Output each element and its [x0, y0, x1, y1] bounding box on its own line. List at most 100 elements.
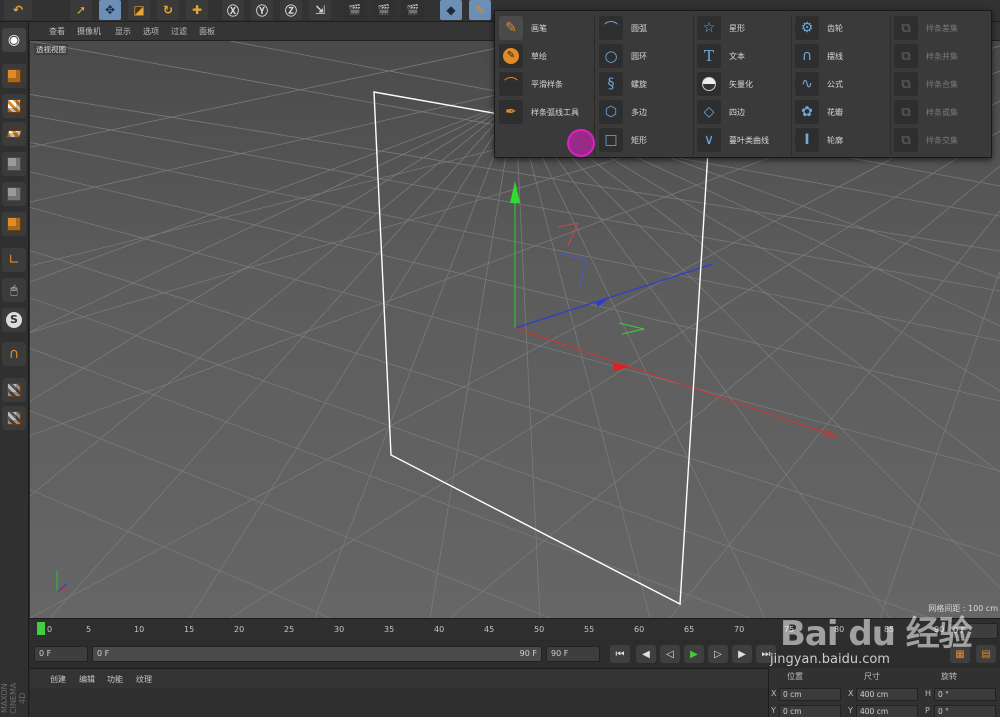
start-frame-field[interactable]: 0 F: [34, 646, 88, 662]
rot-h-field[interactable]: 0 °: [934, 688, 996, 701]
pos-x-field[interactable]: 0 cm: [779, 688, 841, 701]
previous-key-icon[interactable]: ◀: [636, 645, 656, 663]
circle-icon: ○: [599, 44, 623, 68]
spline-cissoid-item[interactable]: ∨ 蔓叶类曲线: [697, 127, 769, 153]
size-y-label: Y: [848, 706, 853, 715]
timeline-playhead[interactable]: [37, 622, 45, 635]
spline-rectangle-item[interactable]: □ 矩形: [599, 127, 647, 153]
flower-icon: ✿: [795, 100, 819, 124]
axis-mode-icon[interactable]: ∟: [2, 248, 26, 272]
timeline-tick: 40: [434, 625, 445, 634]
spline-text-item[interactable]: T 文本: [697, 43, 745, 69]
material-manager-menubar: 创建 编辑 功能 纹理: [30, 668, 770, 688]
spline-or-icon: ⧉: [894, 100, 918, 124]
y-axis-icon[interactable]: Ⓨ: [251, 0, 273, 20]
spline-circle-item[interactable]: ○ 圆环: [599, 43, 647, 69]
texture-mode-icon[interactable]: [2, 94, 26, 118]
live-select-icon[interactable]: ✚: [186, 0, 208, 20]
next-key-icon[interactable]: ▶: [732, 645, 752, 663]
points-mode-icon[interactable]: [2, 152, 26, 176]
spline-formula-item[interactable]: ∿ 公式: [795, 71, 843, 97]
render-picture-viewer-icon[interactable]: 🎬: [373, 0, 395, 20]
undo-icon[interactable]: ↶: [4, 0, 32, 20]
menu-panel[interactable]: 面板: [199, 26, 215, 37]
workplane-icon[interactable]: [2, 122, 26, 146]
z-axis-handle[interactable]: [596, 297, 610, 307]
spline-union-icon: ⧉: [894, 44, 918, 68]
move-icon[interactable]: ✥: [99, 0, 121, 20]
spline-smooth-item[interactable]: ⌒ 平滑样条: [499, 71, 563, 97]
edges-mode-icon[interactable]: [2, 182, 26, 206]
go-to-start-icon[interactable]: ⏮: [610, 645, 630, 663]
rotate-icon[interactable]: ↻: [157, 0, 179, 20]
spline-subtract-item[interactable]: ⧉ 样条差集: [894, 15, 958, 41]
menu-filter[interactable]: 过滤: [171, 26, 187, 37]
spline-arc-item[interactable]: ⌒ 圆弧: [599, 15, 647, 41]
next-frame-icon[interactable]: ▷: [708, 645, 728, 663]
select-arrow-icon[interactable]: ➚: [70, 0, 92, 20]
pen-spline-icon[interactable]: ✎: [469, 0, 491, 20]
make-editable-icon[interactable]: ◉: [2, 28, 26, 52]
previous-frame-icon[interactable]: ◁: [660, 645, 680, 663]
y-axis-handle[interactable]: [510, 181, 520, 203]
cube-object-icon[interactable]: ◆: [440, 0, 462, 20]
rotate-gizmo-blue[interactable]: [556, 252, 587, 286]
spline-profile-item[interactable]: I 轮廓: [795, 127, 843, 153]
spline-polygon-item[interactable]: ⬡ 多边: [599, 99, 647, 125]
menu-options[interactable]: 选项: [143, 26, 159, 37]
z-axis-icon[interactable]: Ⓩ: [280, 0, 302, 20]
menu-create[interactable]: 创建: [50, 674, 66, 685]
spline-star-item[interactable]: ☆ 星形: [697, 15, 745, 41]
size-x-field[interactable]: 400 cm: [856, 688, 918, 701]
spline-cogwheel-item[interactable]: ⚙ 齿轮: [795, 15, 843, 41]
range-end-label: 90 F: [519, 649, 537, 658]
menu-view[interactable]: 查看: [49, 26, 65, 37]
watermark-logo: Bai du 经验: [780, 614, 973, 654]
spline-or-item[interactable]: ⧉ 样条或集: [894, 99, 958, 125]
spline-pen-item[interactable]: ✎ 画笔: [499, 15, 547, 41]
workplane-dynamic-icon[interactable]: [2, 406, 26, 430]
timeline-tick: 55: [584, 625, 595, 634]
spline-sketch-item[interactable]: ✎ 草绘: [499, 43, 547, 69]
spline-union-item[interactable]: ⧉ 样条并集: [894, 43, 958, 69]
spline-4side-label: 四边: [729, 107, 745, 117]
spline-intersect-item[interactable]: ⧉ 样条交集: [894, 127, 958, 153]
menu-cameras[interactable]: 摄像机: [77, 26, 101, 37]
menu-display[interactable]: 显示: [115, 26, 131, 37]
spline-and-item[interactable]: ⧉ 样条合集: [894, 71, 958, 97]
arc-icon: ⌒: [599, 16, 623, 40]
spline-helix-item[interactable]: § 螺旋: [599, 71, 647, 97]
menu-edit[interactable]: 编辑: [79, 674, 95, 685]
spline-arc-tool-item[interactable]: ✒ 样条弧线工具: [499, 99, 579, 125]
scale-icon[interactable]: ◪: [128, 0, 150, 20]
tweak-mode-icon[interactable]: 🖱: [2, 278, 26, 302]
rot-p-field[interactable]: 0 °: [934, 705, 996, 717]
coordinate-system-icon[interactable]: ⇲: [309, 0, 331, 20]
menu-function[interactable]: 功能: [107, 674, 123, 685]
sketch-icon: ✎: [499, 44, 523, 68]
rotate-gizmo-red[interactable]: [557, 222, 579, 247]
end-frame-field[interactable]: 90 F: [546, 646, 600, 662]
render-settings-icon[interactable]: 🎬: [402, 0, 424, 20]
model-mode-icon[interactable]: [2, 64, 26, 88]
size-y-field[interactable]: 400 cm: [856, 705, 918, 717]
spline-cycloid-item[interactable]: ∩ 摆线: [795, 43, 843, 69]
frame-range-slider[interactable]: 0 F 90 F: [92, 646, 542, 662]
timeline-tick: 35: [384, 625, 395, 634]
polygons-mode-icon[interactable]: [2, 212, 26, 236]
spline-formula-label: 公式: [827, 79, 843, 89]
render-view-icon[interactable]: 🎬: [344, 0, 366, 20]
menu-texture[interactable]: 纹理: [136, 674, 152, 685]
rectangle-spline[interactable]: [373, 91, 709, 606]
helix-icon: §: [599, 72, 623, 96]
play-icon[interactable]: ▶: [684, 645, 704, 663]
spline-vectorizer-item[interactable]: 矢量化: [697, 71, 753, 97]
spline-flower-item[interactable]: ✿ 花瓣: [795, 99, 843, 125]
x-axis-icon[interactable]: Ⓧ: [222, 0, 244, 20]
lock-workplane-icon[interactable]: [2, 378, 26, 402]
snap-icon[interactable]: S: [2, 308, 26, 332]
spline-4side-item[interactable]: ◇ 四边: [697, 99, 745, 125]
pos-y-field[interactable]: 0 cm: [779, 705, 841, 717]
magnet-icon[interactable]: ∩: [2, 342, 26, 366]
size-x-label: X: [848, 689, 854, 698]
